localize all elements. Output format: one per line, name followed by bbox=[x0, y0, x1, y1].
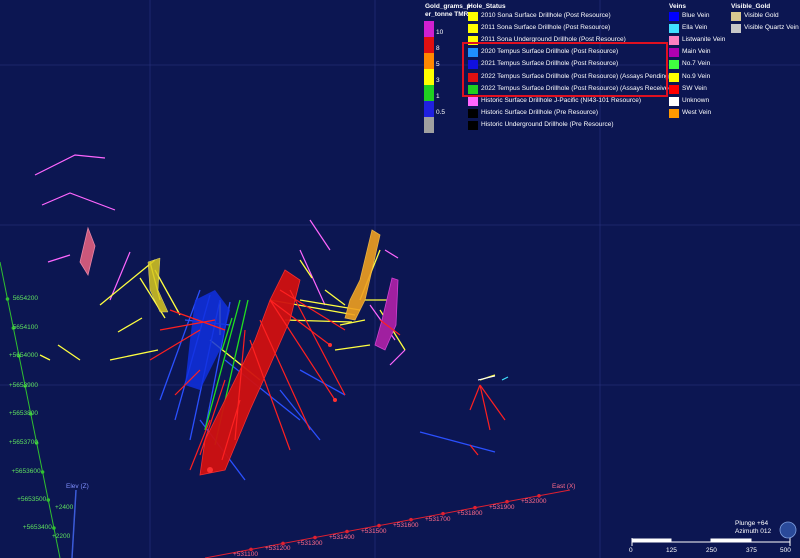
scale-bar-label: 0 bbox=[629, 547, 633, 554]
vein-swatch bbox=[669, 24, 679, 34]
east-axis-label-tick: +531300 bbox=[297, 539, 323, 547]
north-axis-label: +5653800 bbox=[8, 410, 38, 417]
east-axis-label-tick: +531700 bbox=[425, 515, 451, 523]
vein-swatch bbox=[669, 48, 679, 58]
north-axis-label: +5653700 bbox=[8, 439, 38, 446]
gold-bin-label: 10 bbox=[436, 29, 444, 36]
visible-gold-legend-title: Visible_Gold bbox=[731, 3, 771, 10]
3d-viewport[interactable]: 5654200 5654100 +5654000 +5653900 +5653800 +5… bbox=[0, 0, 800, 558]
hole-status-label: 2011 Sona Surface Drillhole (Post Resour… bbox=[481, 24, 611, 32]
east-axis bbox=[204, 489, 571, 558]
east-axis-label: East (X) bbox=[552, 483, 576, 490]
vein-swatch bbox=[669, 12, 679, 21]
visible-gold-swatch bbox=[731, 12, 741, 21]
white-trace bbox=[477, 375, 496, 381]
vein-label: Unknown bbox=[682, 96, 710, 104]
hole-status-label: Historic Surface Drillhole J-Pacific (NI… bbox=[481, 96, 642, 104]
hole-status-swatch bbox=[468, 108, 478, 118]
listwanite-vein-shape bbox=[79, 226, 96, 277]
drillhole-scene[interactable] bbox=[0, 0, 800, 558]
scale-bar-label: 375 bbox=[746, 547, 757, 554]
gold-bin-label: 5 bbox=[436, 61, 440, 68]
elev-axis-label: Elev (Z) bbox=[66, 483, 89, 490]
plunge-readout: Plunge +64 bbox=[735, 520, 769, 527]
elev-label-2200: +2200 bbox=[52, 533, 71, 540]
hole-status-label: Historic Underground Drillhole (Pre Reso… bbox=[481, 120, 614, 128]
gold-bin-label: 3 bbox=[436, 77, 440, 84]
north-axis-tick bbox=[40, 470, 45, 474]
hole-status-label: 2010 Sona Surface Drillhole (Post Resour… bbox=[481, 12, 611, 19]
vein-label: Ella Vein bbox=[682, 24, 708, 32]
gold-bin-swatch bbox=[424, 85, 434, 101]
veins-legend-title: Veins bbox=[669, 3, 686, 10]
highlight-box bbox=[462, 42, 668, 97]
north-axis-label: +5653500 bbox=[17, 496, 47, 503]
gold-bin-swatch bbox=[424, 53, 434, 69]
scale-bar-graphic bbox=[631, 538, 791, 546]
hole-status-swatch bbox=[468, 12, 478, 21]
vein-swatch bbox=[669, 84, 679, 94]
vein-swatch bbox=[669, 36, 679, 46]
elev-axis bbox=[71, 489, 77, 558]
no9-vein-shape bbox=[147, 257, 169, 313]
ella-vein-markers bbox=[501, 376, 509, 381]
gold-legend-title-2: er_tonne TMR bbox=[425, 11, 469, 18]
gold-bin-label: 1 bbox=[436, 93, 440, 100]
vein-swatch bbox=[669, 72, 679, 82]
east-axis-label-tick: +532000 bbox=[521, 497, 547, 505]
gold-bin-label: 0.5 bbox=[436, 109, 446, 116]
north-axis-label: +5653900 bbox=[8, 382, 38, 389]
gold-bin-label: 8 bbox=[436, 45, 440, 52]
east-axis-label-tick: +531500 bbox=[361, 527, 387, 535]
east-axis-label-tick: +531400 bbox=[329, 533, 355, 541]
vein-label: West Vein bbox=[682, 108, 712, 116]
vein-swatch bbox=[669, 108, 679, 118]
blue-vein-shape bbox=[185, 290, 230, 390]
elev-label-2400: +2400 bbox=[55, 504, 74, 511]
vein-swatch bbox=[669, 60, 679, 70]
vein-label: No.9 Vein bbox=[682, 72, 711, 80]
azimuth-readout: Azimuth 012 bbox=[735, 528, 772, 535]
hole-status-swatch bbox=[468, 96, 478, 106]
gold-bin-swatch bbox=[424, 101, 434, 117]
visible-gold-swatch bbox=[731, 24, 741, 34]
north-axis-label: 5654200 bbox=[12, 295, 38, 302]
gold-bin-swatch bbox=[424, 37, 434, 53]
visible-gold-label: Visible Gold bbox=[744, 12, 779, 19]
vein-swatch bbox=[669, 96, 679, 106]
vein-label: Main Vein bbox=[682, 48, 711, 56]
east-axis-label-tick: +531100 bbox=[233, 551, 259, 558]
grid bbox=[0, 0, 800, 558]
east-axis-label-tick: +531200 bbox=[265, 545, 291, 553]
north-axis-label: +5653600 bbox=[11, 468, 41, 475]
vein-label: Blue Vein bbox=[682, 12, 710, 19]
hole-status-swatch bbox=[468, 24, 478, 34]
hole-status-label: Historic Surface Drillhole (Pre Resource… bbox=[481, 108, 599, 116]
hole-status-legend-title: Hole_Status bbox=[468, 3, 506, 10]
north-axis-label: +5654000 bbox=[8, 352, 38, 359]
north-axis-label: +5653400 bbox=[22, 524, 52, 531]
scale-bar-label: 125 bbox=[666, 547, 677, 554]
hole-status-swatch bbox=[468, 120, 478, 130]
gold-bin-swatch bbox=[424, 21, 434, 37]
east-axis-label-tick: +531800 bbox=[457, 509, 483, 517]
east-axis-label-tick: +531600 bbox=[393, 521, 419, 529]
gold-bin-swatch bbox=[424, 69, 434, 85]
north-axis-label: 5654100 bbox=[12, 324, 38, 331]
north-axis-tick bbox=[52, 526, 56, 530]
vein-label: Listwanite Vein bbox=[682, 36, 726, 44]
gold-bin-swatch bbox=[424, 117, 434, 133]
scale-bar-label: 250 bbox=[706, 547, 717, 554]
north-axis-tick bbox=[46, 498, 51, 502]
east-axis-label-tick: +531900 bbox=[489, 503, 515, 511]
scale-bar-label: 500 bbox=[780, 547, 791, 554]
gold-legend-title-1: Gold_grams_p bbox=[425, 3, 471, 10]
orientation-globe-icon bbox=[779, 521, 797, 539]
vein-label: SW Vein bbox=[682, 84, 707, 92]
visible-gold-label: Visible Quartz Vein bbox=[744, 24, 799, 32]
vein-label: No.7 Vein bbox=[682, 60, 711, 68]
